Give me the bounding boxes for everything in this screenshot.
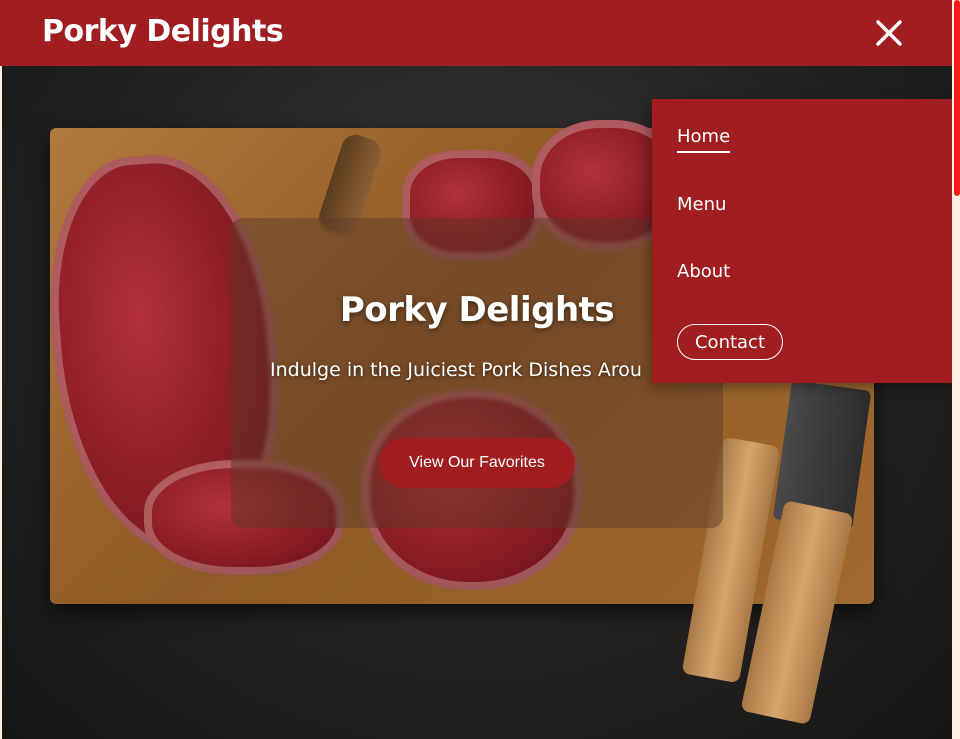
scrollbar-thumb[interactable] <box>954 0 960 196</box>
header-bar: Porky Delights <box>0 0 952 66</box>
scrollbar[interactable] <box>952 0 960 739</box>
close-icon <box>876 20 902 46</box>
nav-dropdown-menu: Home Menu About Contact <box>652 99 952 383</box>
brand-logo-text[interactable]: Porky Delights <box>42 14 284 49</box>
view-favorites-button[interactable]: View Our Favorites <box>379 438 575 488</box>
nav-item-home[interactable]: Home <box>677 126 731 153</box>
close-menu-button[interactable] <box>872 16 906 50</box>
hero-overlay-card: Porky Delights Indulge in the Juiciest P… <box>231 218 723 528</box>
nav-item-menu[interactable]: Menu <box>677 194 726 215</box>
nav-item-contact[interactable]: Contact <box>677 324 783 360</box>
hero-title: Porky Delights <box>339 290 615 330</box>
nav-item-about[interactable]: About <box>677 261 730 282</box>
hero-subtitle: Indulge in the Juiciest Pork Dishes Arou <box>270 359 642 381</box>
